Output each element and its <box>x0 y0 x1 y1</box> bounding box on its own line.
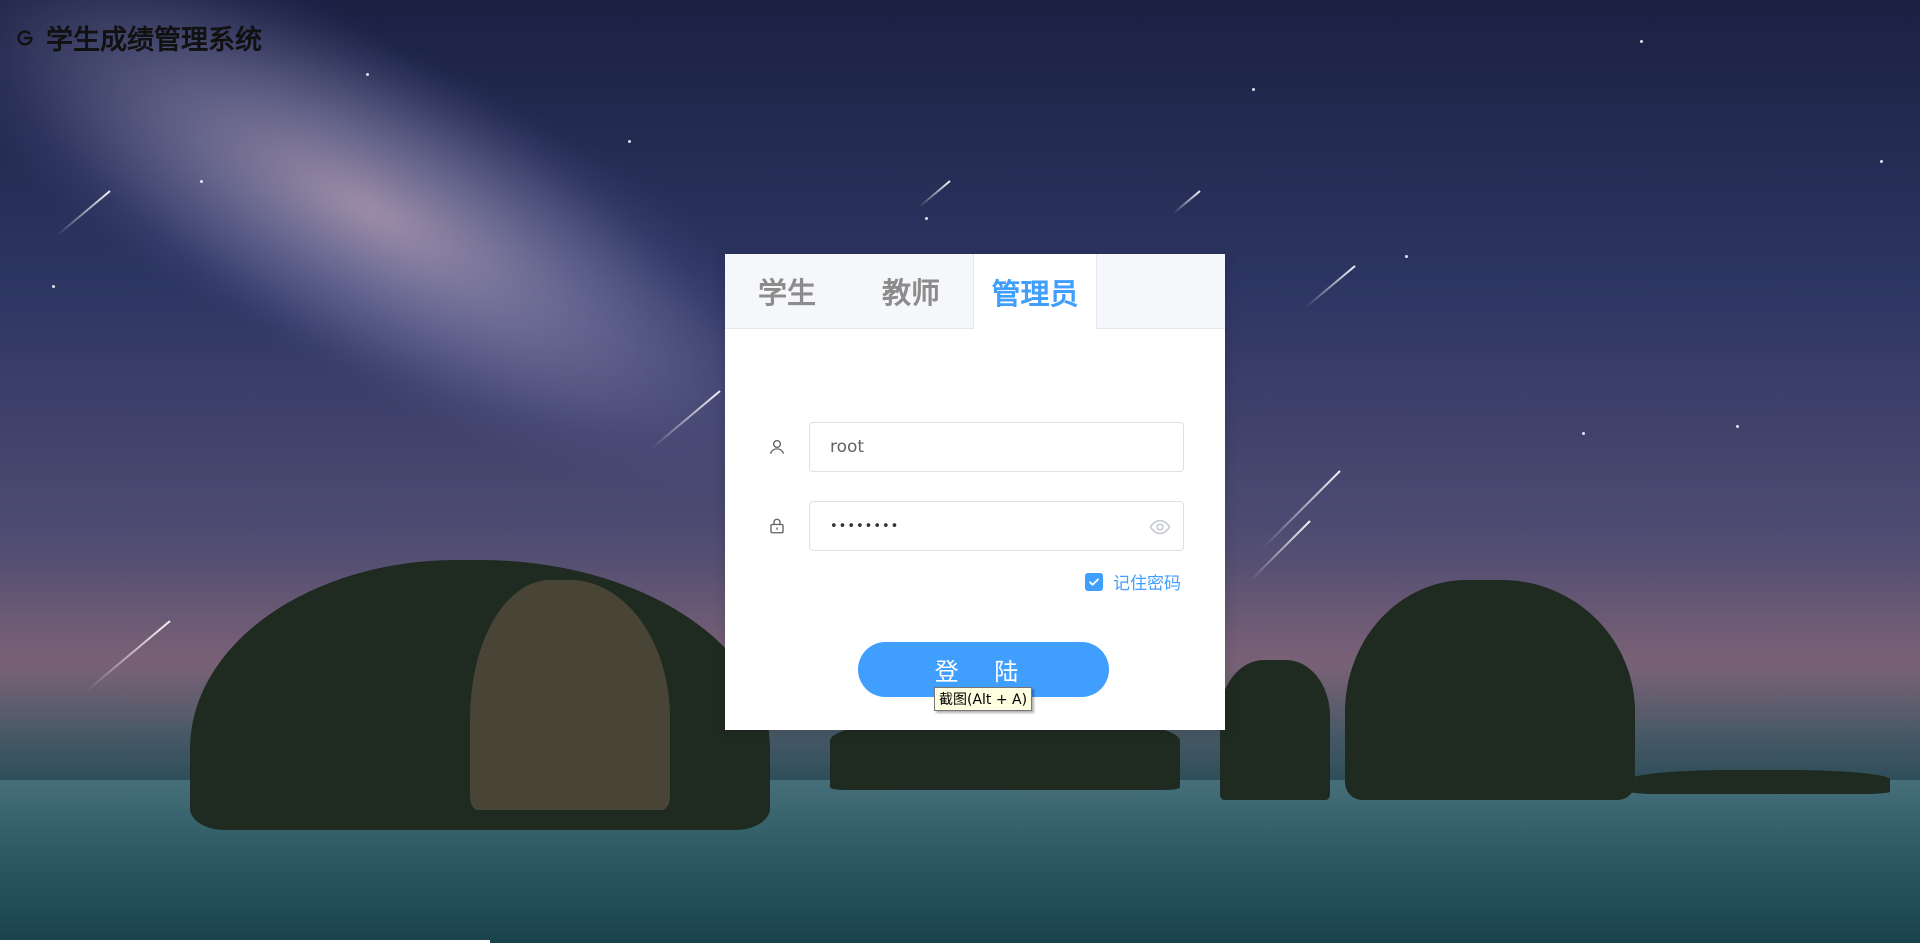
background-star <box>925 217 928 220</box>
app-title: 学生成绩管理系统 <box>14 18 262 57</box>
user-icon <box>765 435 789 459</box>
app-title-text: 学生成绩管理系统 <box>46 25 262 56</box>
background-island-far-right <box>1630 770 1890 794</box>
background-star <box>1880 160 1883 163</box>
background-meteor <box>918 180 951 208</box>
background-star <box>1405 255 1408 258</box>
password-masked-value: •••••••• <box>830 518 900 534</box>
remember-label: 记住密码 <box>1113 574 1181 594</box>
eye-icon[interactable] <box>1149 516 1171 538</box>
username-input[interactable]: root <box>809 422 1184 472</box>
background-star <box>52 285 55 288</box>
background-meteor <box>1172 190 1201 215</box>
background-meteor <box>1304 265 1356 309</box>
background-milky-way <box>0 0 838 554</box>
password-input[interactable]: •••••••• <box>809 501 1184 551</box>
background-star <box>628 140 631 143</box>
lock-icon <box>765 514 789 538</box>
login-page: 学生成绩管理系统 学生 教师 管理员 root •••••••• 记住密码 登 … <box>0 0 1920 943</box>
background-island-center <box>830 720 1180 790</box>
refresh-logo-icon <box>17 29 33 46</box>
password-row: •••••••• <box>765 501 1184 551</box>
username-row: root <box>765 422 1184 472</box>
remember-checkbox[interactable] <box>1085 572 1103 591</box>
tab-teacher[interactable]: 教师 <box>849 254 973 328</box>
check-icon <box>1089 578 1099 586</box>
screenshot-tooltip: 截图(Alt + A) <box>934 687 1033 711</box>
background-star <box>1582 432 1585 435</box>
background-star <box>366 73 369 76</box>
background-star <box>200 180 203 183</box>
role-tabs: 学生 教师 管理员 <box>725 254 1225 329</box>
remember-password[interactable]: 记住密码 <box>1085 569 1181 594</box>
background-star <box>1736 425 1739 428</box>
username-value: root <box>830 437 865 457</box>
login-panel: 学生 教师 管理员 root •••••••• 记住密码 登 陆 截图(Alt … <box>725 254 1225 730</box>
tab-student[interactable]: 学生 <box>725 254 849 328</box>
background-island-pillar <box>1220 660 1330 800</box>
tab-admin[interactable]: 管理员 <box>973 254 1097 329</box>
background-meteor <box>1261 470 1341 550</box>
background-star <box>1252 88 1255 91</box>
background-star <box>1640 40 1643 43</box>
